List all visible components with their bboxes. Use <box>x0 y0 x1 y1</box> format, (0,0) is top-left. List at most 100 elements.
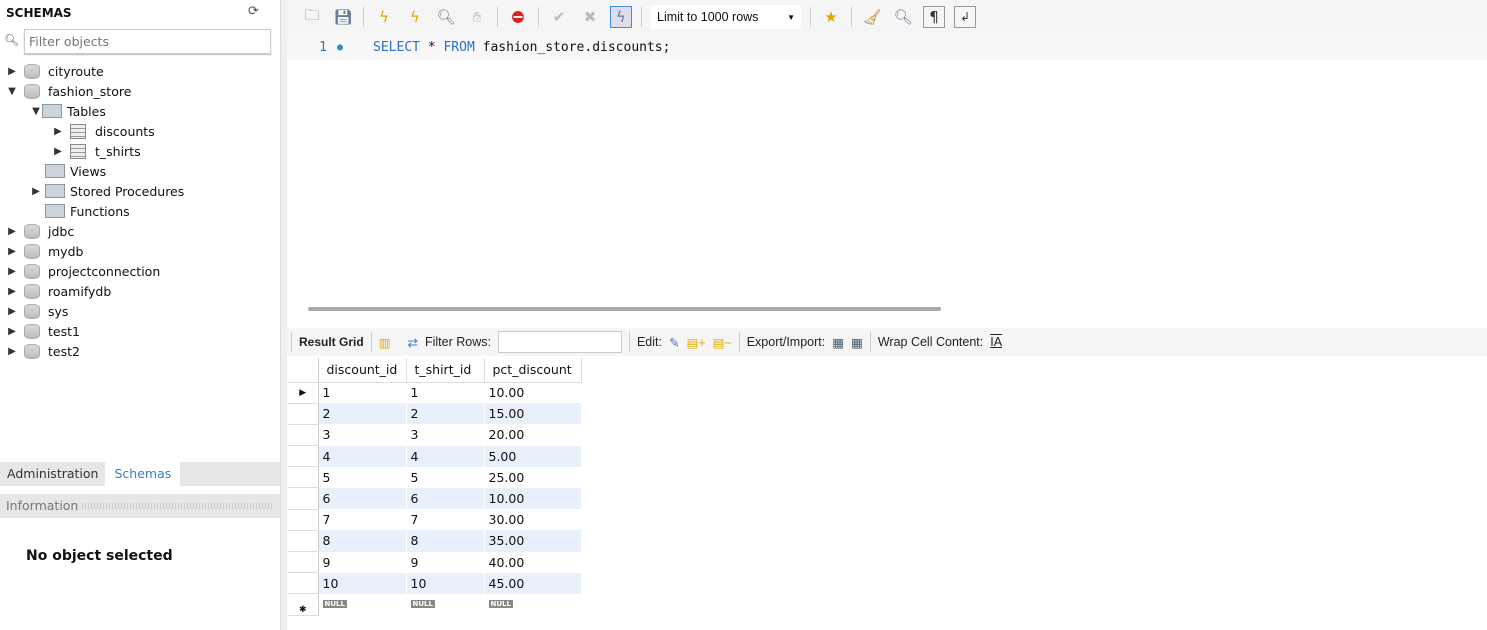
expand-icon[interactable]: ▶ <box>6 266 18 277</box>
table-row[interactable]: 9 9 40.00 <box>288 551 582 574</box>
filter-rows-input[interactable] <box>497 331 622 353</box>
expand-icon[interactable]: ▶ <box>52 126 64 137</box>
grid-cell[interactable]: 10 <box>406 572 485 594</box>
row-header[interactable] <box>288 551 319 574</box>
commit-icon[interactable]: ✔ <box>548 6 570 28</box>
beautify-icon[interactable]: 🧹︎ <box>861 6 883 28</box>
grid-cell[interactable]: 7 <box>318 509 407 531</box>
grid-cell[interactable]: 2 <box>318 403 407 425</box>
row-header[interactable] <box>288 487 319 510</box>
grid-cell[interactable]: 3 <box>406 424 485 446</box>
grid-cell[interactable]: 6 <box>406 487 485 510</box>
table-t-shirts[interactable]: ▶ t_shirts <box>0 141 184 161</box>
save-icon[interactable]: 💾︎ <box>332 6 354 28</box>
folder-stored-procedures[interactable]: ▶ Stored Procedures <box>0 181 184 201</box>
row-header[interactable] <box>288 403 319 425</box>
tab-schemas[interactable]: Schemas <box>105 462 181 486</box>
grid-cell[interactable]: 3 <box>318 424 407 446</box>
editor-horizontal-scrollbar[interactable] <box>308 307 941 311</box>
export-icon[interactable]: ▦ <box>832 335 844 350</box>
table-row[interactable]: 4 4 5.00 <box>288 445 582 468</box>
grid-cell[interactable]: 5.00 <box>484 445 582 467</box>
grid-cell[interactable]: 10.00 <box>484 487 582 510</box>
null-cell[interactable]: NULL <box>406 593 485 616</box>
row-header[interactable] <box>288 466 319 489</box>
table-row[interactable]: 8 8 35.00 <box>288 530 582 553</box>
autocommit-icon[interactable]: ϟ <box>610 6 632 28</box>
add-snippet-icon[interactable]: ★ <box>820 6 842 28</box>
grid-cell[interactable]: 8 <box>406 530 485 552</box>
import-icon[interactable]: ▦ <box>851 335 863 350</box>
grid-cell[interactable]: 2 <box>406 403 485 425</box>
stop-icon[interactable]: ✋︎ <box>466 6 488 28</box>
limit-rows-select[interactable]: Limit to 1000 rows ▼ <box>651 5 801 29</box>
table-row[interactable]: 7 7 30.00 <box>288 509 582 531</box>
table-row[interactable]: 6 6 10.00 <box>288 487 582 510</box>
edit-row-icon[interactable]: ✎ <box>669 335 679 350</box>
grid-cell[interactable]: 40.00 <box>484 551 582 573</box>
grid-cell[interactable]: 1 <box>406 382 485 404</box>
null-cell[interactable]: NULL <box>484 593 582 616</box>
expand-icon[interactable]: ▶ <box>6 306 18 317</box>
grid-cell[interactable]: 5 <box>318 466 407 488</box>
row-header[interactable] <box>288 572 319 595</box>
grid-cell[interactable]: 6 <box>318 487 407 510</box>
open-folder-icon[interactable]: 🗀 <box>301 6 323 28</box>
grid-cell[interactable]: 5 <box>406 466 485 488</box>
refresh-icon[interactable]: ⇄ <box>408 335 418 350</box>
editor-line[interactable]: 1 ● SELECT * FROM fashion_store.discount… <box>287 34 1487 60</box>
table-row[interactable]: ▶ 1 1 10.00 <box>288 382 582 404</box>
new-row[interactable]: ✱ NULL NULL NULL <box>288 593 582 616</box>
grid-cell[interactable]: 15.00 <box>484 403 582 425</box>
grid-cell[interactable]: 20.00 <box>484 424 582 446</box>
expand-icon[interactable]: ▶ <box>6 346 18 357</box>
row-header[interactable]: ▶ <box>288 382 319 404</box>
grid-cell[interactable]: 35.00 <box>484 530 582 552</box>
filter-objects-input[interactable] <box>24 29 271 54</box>
insert-row-icon[interactable]: ▤+ <box>686 335 705 350</box>
grid-cell[interactable]: 4 <box>318 445 407 467</box>
schema-projectconnection[interactable]: ▶ projectconnection <box>0 261 184 281</box>
folder-functions[interactable]: Functions <box>0 201 184 221</box>
collapse-icon[interactable]: ▼ <box>6 86 18 97</box>
expand-icon[interactable]: ▶ <box>6 326 18 337</box>
collapse-icon[interactable]: ▼ <box>30 106 42 117</box>
find-icon[interactable]: 🔍︎ <box>892 6 914 28</box>
grid-cell[interactable]: 25.00 <box>484 466 582 488</box>
table-row[interactable]: 2 2 15.00 <box>288 403 582 425</box>
schema-test2[interactable]: ▶ test2 <box>0 341 184 361</box>
table-row[interactable]: 3 3 20.00 <box>288 424 582 447</box>
grid-cell[interactable]: 30.00 <box>484 509 582 531</box>
sql-editor[interactable]: 1 ● SELECT * FROM fashion_store.discount… <box>287 34 1487 300</box>
toggle-continue-on-error-icon[interactable]: ⛔︎ <box>507 6 529 28</box>
result-grid-tab[interactable]: Result Grid <box>299 335 364 349</box>
grid-cell[interactable]: 10 <box>318 572 407 594</box>
column-header-pct-discount[interactable]: pct_discount <box>484 358 582 383</box>
table-row[interactable]: 10 10 45.00 <box>288 572 582 595</box>
schema-fashion-store[interactable]: ▼ fashion_store <box>0 81 184 101</box>
folder-tables[interactable]: ▼ Tables <box>0 101 184 121</box>
table-row[interactable]: 5 5 25.00 <box>288 466 582 489</box>
explain-icon[interactable]: 🔍︎ <box>435 6 457 28</box>
word-wrap-icon[interactable]: ↲ <box>954 6 976 28</box>
expand-icon[interactable]: ▶ <box>6 66 18 77</box>
row-header[interactable] <box>288 530 319 553</box>
grid-cell[interactable]: 7 <box>406 509 485 531</box>
panel-splitter[interactable] <box>280 0 287 630</box>
grid-cell[interactable]: 1 <box>318 382 407 404</box>
grid-cell[interactable]: 45.00 <box>484 572 582 594</box>
schema-jdbc[interactable]: ▶ jdbc <box>0 221 184 241</box>
grid-cell[interactable]: 8 <box>318 530 407 552</box>
grid-cell[interactable]: 9 <box>406 551 485 573</box>
execute-icon[interactable]: ϟ <box>373 6 395 28</box>
rollback-icon[interactable]: ✖ <box>579 6 601 28</box>
table-discounts[interactable]: ▶ discounts <box>0 121 184 141</box>
row-header[interactable] <box>288 445 319 468</box>
wrap-cell-icon[interactable]: IA <box>990 335 1002 349</box>
grid-cell[interactable]: 9 <box>318 551 407 573</box>
schema-test1[interactable]: ▶ test1 <box>0 321 184 341</box>
schema-mydb[interactable]: ▶ mydb <box>0 241 184 261</box>
expand-icon[interactable]: ▶ <box>52 146 64 157</box>
schema-cityroute[interactable]: ▶ cityroute <box>0 61 184 81</box>
expand-icon[interactable]: ▶ <box>30 186 42 197</box>
